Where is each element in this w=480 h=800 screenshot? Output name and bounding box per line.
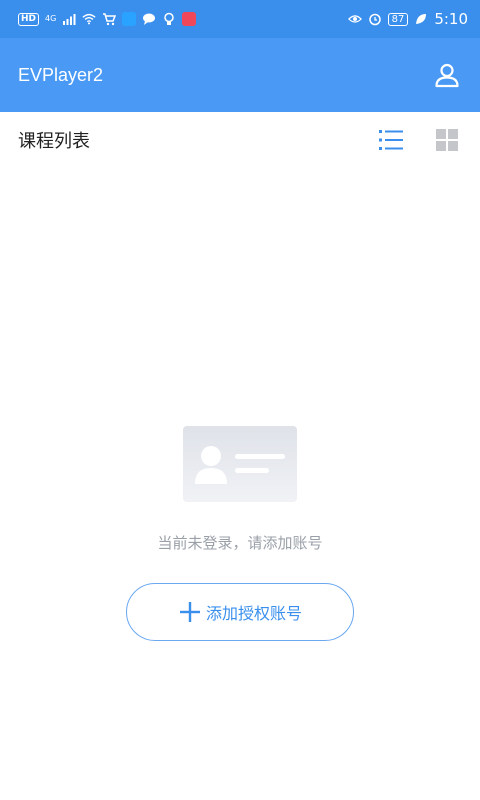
grid-view-icon (436, 129, 458, 151)
red-app-icon (182, 12, 197, 26)
add-button-label: 添加授权账号 (205, 604, 302, 623)
course-list-title: 课程列表 (18, 131, 90, 152)
wifi-icon (82, 13, 96, 25)
status-bar: HD 4G 87 5:10 (0, 0, 480, 38)
id-card-illustration (183, 426, 297, 502)
empty-state: 当前未登录，请添加账号 添加授权账号 (0, 426, 480, 641)
chat-icon (143, 13, 156, 25)
search-app-icon (122, 12, 137, 26)
eye-icon (347, 15, 362, 23)
battery-indicator: 87 (387, 12, 409, 26)
app-bar: EVPlayer2 (0, 38, 480, 112)
status-right-icons: 87 5:10 (347, 10, 468, 28)
view-toggles (378, 127, 462, 153)
bulb-icon (164, 12, 175, 25)
clock-time: 5:10 (434, 10, 468, 28)
app-title: EVPlayer2 (18, 64, 104, 85)
user-button[interactable] (432, 60, 462, 90)
not-logged-in-message: 当前未登录，请添加账号 (157, 534, 323, 552)
plus-icon (179, 602, 200, 622)
list-view-button[interactable] (378, 127, 404, 153)
grid-view-button[interactable] (434, 127, 460, 153)
alarm-icon (368, 13, 381, 26)
cart-icon (103, 13, 117, 26)
leaf-icon (416, 14, 427, 24)
add-authorized-account-button[interactable]: 添加授权账号 (126, 583, 354, 641)
list-view-icon (379, 130, 403, 150)
user-icon (435, 63, 459, 88)
network-type: 4G (45, 14, 57, 23)
status-left-icons: HD 4G (18, 12, 197, 26)
hd-badge: HD (18, 12, 40, 26)
course-list-header: 课程列表 (0, 112, 480, 168)
signal-icon (63, 14, 76, 25)
